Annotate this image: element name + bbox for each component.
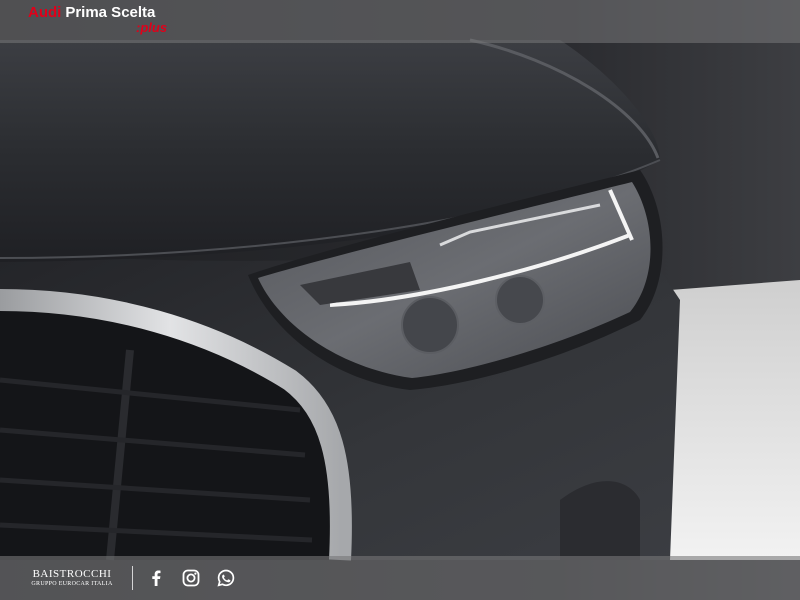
car-headlight-photo <box>0 0 800 600</box>
whatsapp-icon[interactable] <box>216 568 236 588</box>
brand-prima-scelta-text: Prima Scelta <box>65 4 156 21</box>
footer-bar: BAISTROCCHI GRUPPO EUROCAR ITALIA <box>0 556 800 600</box>
brand-plus-text: :plus <box>136 20 168 35</box>
header-bar: Audi Prima Scelta :plus <box>0 0 800 43</box>
product-image-viewer: Audi Prima Scelta :plus BAISTROCCHI GRUPP… <box>0 0 800 600</box>
instagram-icon[interactable] <box>181 568 201 588</box>
footer-divider <box>132 566 133 590</box>
facebook-icon[interactable] <box>146 568 166 588</box>
brand-audi-text: Audi <box>28 4 62 21</box>
dealer-name: BAISTROCCHI <box>32 568 112 580</box>
dealer-subtitle: GRUPPO EUROCAR ITALIA <box>31 581 113 587</box>
dealer-logo[interactable]: BAISTROCCHI GRUPPO EUROCAR ITALIA <box>26 568 118 588</box>
